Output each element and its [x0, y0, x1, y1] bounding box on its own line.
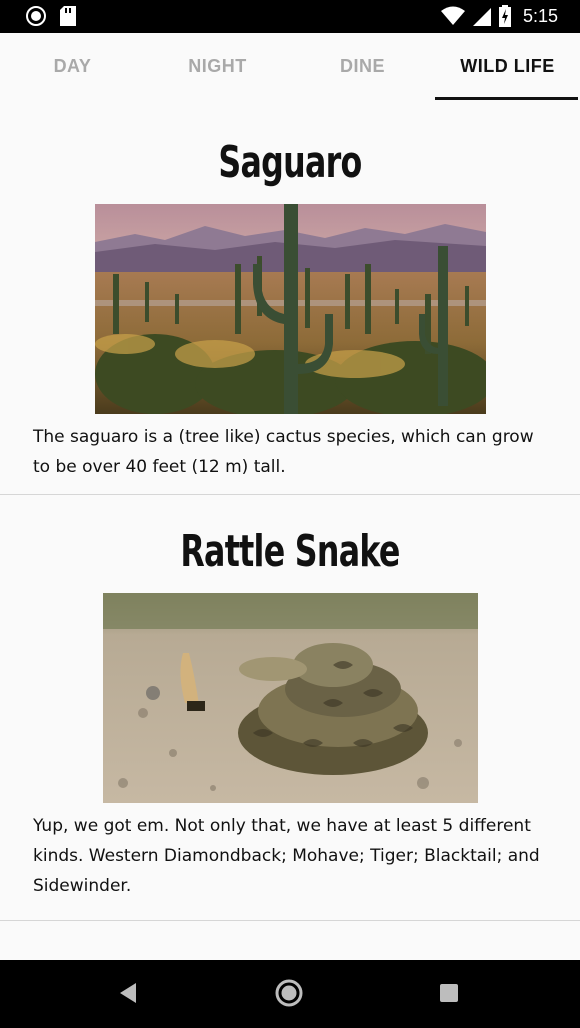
tab-day[interactable]: DAY — [0, 33, 145, 100]
home-icon[interactable] — [275, 979, 303, 1007]
tab-bar: DAY NIGHT DINE WILD LIFE — [0, 33, 580, 100]
wifi-icon — [440, 6, 465, 25]
sd-card-icon — [60, 6, 76, 26]
rattlesnake-image — [102, 593, 478, 803]
wildlife-list[interactable]: Saguaro The saguaro is a (tree like) cac… — [0, 100, 580, 960]
status-bar: 5:15 — [0, 0, 580, 33]
saguaro-cactus-image — [94, 204, 486, 414]
navigation-bar — [0, 960, 580, 1028]
battery-charging-icon — [498, 5, 511, 27]
card-title: Rattle Snake — [180, 526, 400, 577]
status-time: 5:15 — [522, 5, 558, 26]
card-description: Yup, we got em. Not only that, we have a… — [33, 816, 540, 896]
card-title — [81, 921, 499, 960]
back-icon[interactable] — [116, 980, 140, 1006]
circle-notification-icon — [26, 6, 46, 26]
tab-wild-life[interactable]: WILD LIFE — [435, 33, 580, 100]
recents-icon[interactable] — [440, 984, 458, 1002]
wildlife-card-rattle-snake: Rattle Snake Yup, we got em. Not only th… — [0, 495, 580, 921]
wildlife-card-saguaro: Saguaro The saguaro is a (tree like) cac… — [0, 100, 580, 495]
wildlife-card-3 — [0, 921, 580, 960]
tab-night[interactable]: NIGHT — [145, 33, 290, 100]
tab-dine[interactable]: DINE — [290, 33, 435, 100]
card-title: Saguaro — [218, 137, 362, 188]
signal-icon — [472, 8, 491, 26]
card-description: The saguaro is a (tree like) cactus spec… — [33, 427, 534, 477]
